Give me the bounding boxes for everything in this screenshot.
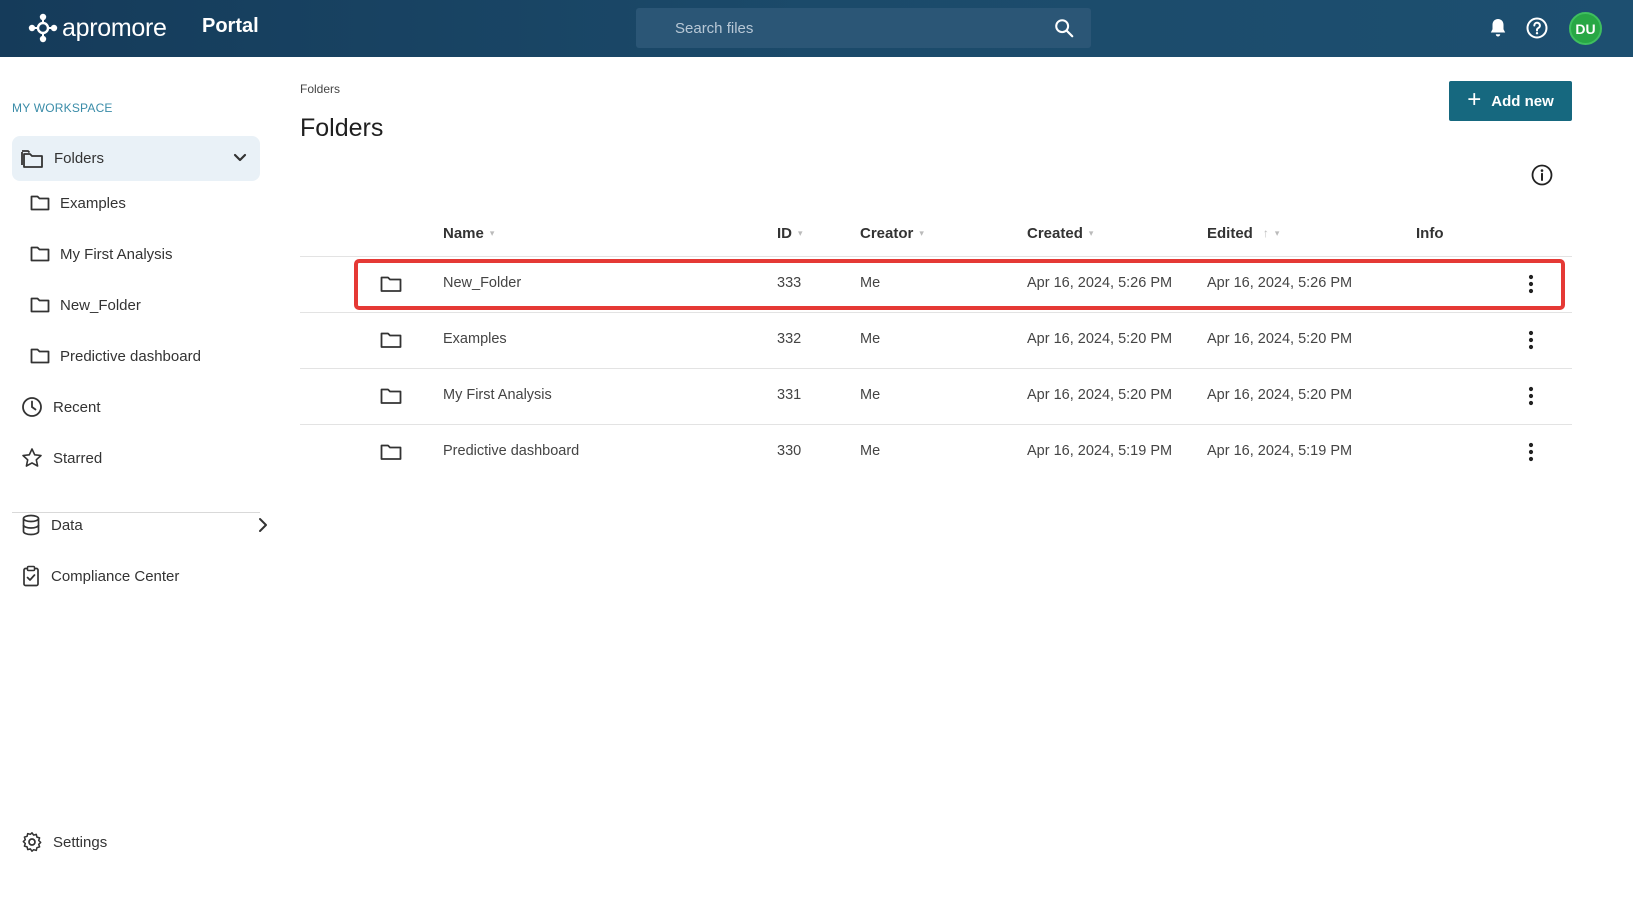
cell-created: Apr 16, 2024, 5:20 PM [1027,331,1173,347]
folder-icon [380,444,402,460]
sidebar-item-label: Folders [54,150,105,167]
column-header-info: Info [1416,224,1444,242]
cell-edited: Apr 16, 2024, 5:26 PM [1207,275,1353,291]
top-bar: apromore Portal DU [0,0,1633,57]
cell-edited: Apr 16, 2024, 5:19 PM [1207,443,1353,459]
sidebar-item-label: Predictive dashboard [60,347,201,365]
column-header-name[interactable]: Name ▾ [443,210,494,256]
sidebar-item-label: Data [51,516,83,534]
plus-icon: + [1467,86,1482,113]
sort-icon: ▾ [489,227,495,238]
bell-icon[interactable] [1486,16,1510,40]
table-row[interactable]: My First Analysis 331 Me Apr 16, 2024, 5… [300,368,1572,424]
search-icon[interactable] [1053,17,1075,39]
sidebar-item-compliance-center[interactable]: Compliance Center [21,561,179,591]
column-header-edited[interactable]: Edited ↑ ▾ [1207,210,1279,256]
table-row[interactable]: New_Folder 333 Me Apr 16, 2024, 5:26 PM … [300,256,1572,312]
chevron-right-icon[interactable] [256,517,270,533]
folder-icon [30,348,50,364]
add-new-label: Add new [1491,92,1554,110]
apromore-logo-icon [28,13,58,43]
cell-name[interactable]: My First Analysis [443,387,552,403]
sidebar-item-settings[interactable]: Settings [21,827,107,857]
sidebar-item-folders[interactable]: Folders [12,136,260,181]
user-avatar[interactable]: DU [1569,12,1602,45]
chevron-down-icon[interactable] [230,148,250,168]
clock-icon [22,397,42,417]
sort-icon: ▾ [798,227,803,238]
sidebar-item-label: Examples [60,194,126,212]
logo-text: apromore [62,13,167,42]
search-box [636,8,1091,48]
clipboard-check-icon [23,565,39,587]
sidebar-item-label: New_Folder [60,296,141,314]
sidebar-item-label: Settings [53,833,108,851]
column-header-creator[interactable]: Creator ▾ [860,210,924,256]
star-icon [22,448,42,467]
sidebar-item-new-folder[interactable]: New_Folder [30,290,141,320]
gear-icon [22,832,42,852]
cell-creator: Me [860,275,881,291]
cell-name[interactable]: New_Folder [443,275,521,291]
table-row[interactable]: Predictive dashboard 330 Me Apr 16, 2024… [300,424,1572,480]
cell-id: 332 [777,331,802,347]
sidebar: MY WORKSPACE Folders Examples My First A… [0,57,272,920]
cell-creator: Me [860,443,881,459]
search-input[interactable] [636,8,1091,48]
sidebar-item-examples[interactable]: Examples [30,188,126,218]
sidebar-item-label: My First Analysis [60,245,173,263]
info-icon[interactable] [1530,163,1554,187]
table-row[interactable]: Examples 332 Me Apr 16, 2024, 5:20 PM Ap… [300,312,1572,368]
sort-ascending-icon: ↑ [1262,226,1269,240]
sort-icon: ▾ [1088,227,1094,238]
column-header-id[interactable]: ID ▾ [777,210,803,256]
cell-name[interactable]: Examples [443,331,507,347]
cell-edited: Apr 16, 2024, 5:20 PM [1207,387,1353,403]
portal-label: Portal [202,15,259,37]
column-header-created[interactable]: Created ▾ [1027,210,1093,256]
help-icon[interactable] [1525,16,1549,40]
more-options-icon[interactable] [1525,329,1537,351]
cell-id: 331 [777,387,802,403]
more-options-icon[interactable] [1525,441,1537,463]
breadcrumb[interactable]: Folders [300,82,340,96]
page-title: Folders [300,114,384,142]
cell-name[interactable]: Predictive dashboard [443,443,579,459]
sidebar-item-starred[interactable]: Starred [21,443,102,473]
folder-icon [30,246,50,262]
folders-icon [21,149,43,168]
workspace-label: MY WORKSPACE [12,101,113,115]
sidebar-item-label: Recent [53,398,101,416]
folder-icon [30,195,50,211]
cell-id: 330 [777,443,802,459]
folder-icon [380,388,402,404]
folder-icon [380,332,402,348]
sidebar-item-label: Compliance Center [51,567,180,585]
folder-icon [30,297,50,313]
cell-created: Apr 16, 2024, 5:20 PM [1027,387,1173,403]
cell-edited: Apr 16, 2024, 5:20 PM [1207,331,1353,347]
more-options-icon[interactable] [1525,385,1537,407]
sidebar-item-data[interactable]: Data [21,510,267,540]
add-new-button[interactable]: + Add new [1449,81,1572,121]
cell-created: Apr 16, 2024, 5:26 PM [1027,275,1173,291]
sidebar-item-my-first-analysis[interactable]: My First Analysis [30,239,173,269]
sidebar-item-predictive-dashboard[interactable]: Predictive dashboard [30,341,201,371]
cell-created: Apr 16, 2024, 5:19 PM [1027,443,1173,459]
database-icon [22,514,40,536]
more-options-icon[interactable] [1525,273,1537,295]
apromore-logo[interactable]: apromore [28,13,167,43]
sidebar-item-label: Starred [53,449,103,467]
cell-creator: Me [860,387,881,403]
cell-creator: Me [860,331,881,347]
cell-id: 333 [777,275,802,291]
sort-icon: ▾ [919,227,924,238]
folder-icon [380,276,402,292]
sort-icon: ▾ [1274,227,1280,238]
sidebar-item-recent[interactable]: Recent [21,392,101,422]
